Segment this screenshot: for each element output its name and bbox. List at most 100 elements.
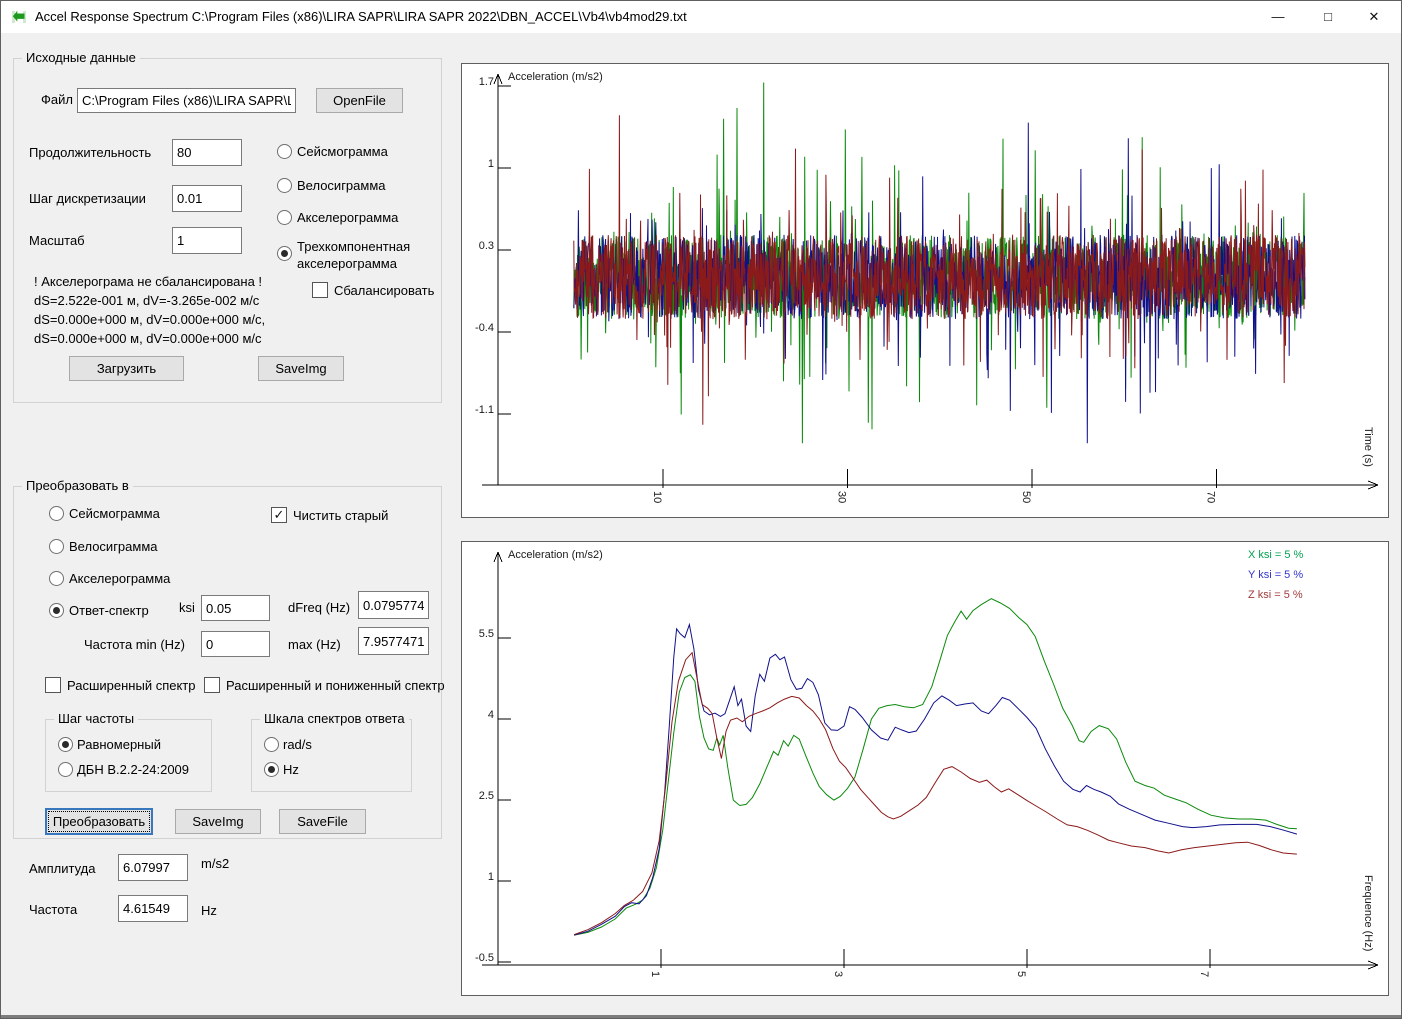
svg-text:-0.4: -0.4 xyxy=(475,322,494,334)
svg-text:1: 1 xyxy=(488,158,494,170)
svg-text:30: 30 xyxy=(836,491,848,503)
response-spectrum-chart: 5.5 4 2.5 1 -0.5 1 3 5 7 Frequence (Hz) Accelerati… xyxy=(461,541,1389,996)
app-icon xyxy=(11,9,27,25)
svg-text:Time (s): Time (s) xyxy=(1362,427,1374,467)
minimize-button[interactable]: — xyxy=(1255,1,1301,32)
svg-text:-0.5: -0.5 xyxy=(475,952,494,964)
svg-text:7: 7 xyxy=(1198,971,1210,977)
extended-lowered-label: Расширенный и пониженный спектр xyxy=(226,678,445,693)
scale-label: Масштаб xyxy=(29,233,85,248)
svg-text:Y ksi = 5 %: Y ksi = 5 % xyxy=(1248,569,1303,581)
open-file-button[interactable]: OpenFile xyxy=(316,88,403,113)
svg-text:Frequence (Hz): Frequence (Hz) xyxy=(1362,875,1374,951)
radio-to-accelerogram[interactable] xyxy=(49,571,64,586)
convert-group-title: Преобразовать в xyxy=(22,478,133,493)
close-button[interactable]: ✕ xyxy=(1351,1,1397,32)
radio-three-component[interactable] xyxy=(277,246,292,261)
dfreq-label: dFreq (Hz) xyxy=(288,600,351,615)
convert-button[interactable]: Преобразовать xyxy=(45,808,153,835)
extended-spectrum-label: Расширенный спектр xyxy=(67,678,196,693)
fmin-input[interactable] xyxy=(201,631,270,657)
maximize-button[interactable]: □ xyxy=(1305,1,1351,32)
radio-uniform[interactable] xyxy=(58,737,73,752)
accelerogram-chart: 1.7 1 0.3 -0.4 -1.1 10 30 50 70 Time (s) Accelerat… xyxy=(461,63,1389,518)
fmin-label: Частота min (Hz) xyxy=(84,637,185,652)
extended-spectrum-checkbox[interactable] xyxy=(45,677,61,693)
savefile-button[interactable]: SaveFile xyxy=(279,809,366,834)
radio-rad-s-label: rad/s xyxy=(283,737,312,752)
radio-uniform-label: Равномерный xyxy=(77,737,161,752)
warning-line: dS=0.000e+000 м, dV=0.000e+000 м/с xyxy=(34,331,262,346)
frequency-input[interactable] xyxy=(118,895,188,922)
file-label: Файл xyxy=(41,92,73,107)
convert-saveimg-button[interactable]: SaveImg xyxy=(175,809,261,834)
svg-text:Z ksi = 5 %: Z ksi = 5 % xyxy=(1248,589,1303,601)
radio-hz-label: Hz xyxy=(283,762,299,777)
radio-to-accelerogram-label: Акселерограмма xyxy=(69,571,171,586)
clear-old-checkbox[interactable]: ✓ xyxy=(271,507,287,523)
svg-text:-1.1: -1.1 xyxy=(475,404,494,416)
scale-input[interactable] xyxy=(172,227,242,254)
svg-text:70: 70 xyxy=(1204,491,1216,503)
radio-to-velosigram[interactable] xyxy=(49,539,64,554)
radio-velosigram[interactable] xyxy=(277,178,292,193)
window-title: Accel Response Spectrum C:\Program Files… xyxy=(35,9,687,24)
radio-dbn-label: ДБН В.2.2-24:2009 xyxy=(77,762,190,777)
radio-seismogram[interactable] xyxy=(277,144,292,159)
extended-lowered-checkbox[interactable] xyxy=(204,677,220,693)
radio-to-seismogram-label: Сейсмограмма xyxy=(69,506,160,521)
dfreq-input[interactable] xyxy=(358,591,429,619)
warning-line: dS=0.000e+000 м, dV=0.000e+000 м/с, xyxy=(34,312,266,327)
svg-text:0.3: 0.3 xyxy=(479,240,494,252)
freq-step-group: Шаг частоты xyxy=(45,711,212,792)
clear-old-checkbox-label: Чистить старый xyxy=(293,508,389,523)
balance-checkbox-label: Сбалансировать xyxy=(334,283,435,298)
radio-rad-s[interactable] xyxy=(264,737,279,752)
warning-line: dS=2.522e-001 м, dV=-3.265e-002 м/с xyxy=(34,293,260,308)
radio-to-seismogram[interactable] xyxy=(49,506,64,521)
radio-velosigram-label: Велосиграмма xyxy=(297,178,386,193)
step-label: Шаг дискретизации xyxy=(29,191,146,206)
svg-text:3: 3 xyxy=(832,971,844,977)
svg-text:5.5: 5.5 xyxy=(479,628,494,640)
spectrum-scale-group-title: Шкала спектров ответа xyxy=(260,711,409,726)
radio-hz[interactable] xyxy=(264,762,279,777)
radio-to-response-spectrum-label: Ответ-спектр xyxy=(69,603,149,618)
step-input[interactable] xyxy=(172,185,242,212)
spectrum-scale-group: Шкала спектров ответа xyxy=(251,711,412,792)
warning-line: ! Акселерограма не сбалансирована ! xyxy=(34,274,263,289)
source-group-title: Исходные данные xyxy=(22,50,140,65)
fmax-input[interactable] xyxy=(358,627,429,655)
radio-three-component-label: Трехкомпонентная акселерограмма xyxy=(297,239,411,271)
radio-accelerogram-label: Акселерограмма xyxy=(297,210,399,225)
source-saveimg-button[interactable]: SaveImg xyxy=(258,356,344,381)
svg-text:Acceleration (m/s2): Acceleration (m/s2) xyxy=(508,549,603,561)
freq-step-group-title: Шаг частоты xyxy=(54,711,139,726)
check-icon: ✓ xyxy=(273,507,285,522)
duration-input[interactable] xyxy=(172,139,242,166)
svg-text:4: 4 xyxy=(488,709,494,721)
svg-text:Acceleration (m/s2): Acceleration (m/s2) xyxy=(508,71,603,83)
radio-to-velosigram-label: Велосиграмма xyxy=(69,539,158,554)
svg-text:5: 5 xyxy=(1015,971,1027,977)
ksi-label: ksi xyxy=(179,600,195,615)
amplitude-input[interactable] xyxy=(118,854,188,881)
file-path-input[interactable] xyxy=(77,88,296,113)
svg-text:50: 50 xyxy=(1020,491,1032,503)
radio-seismogram-label: Сейсмограмма xyxy=(297,144,388,159)
ksi-input[interactable] xyxy=(201,595,270,621)
radio-to-response-spectrum[interactable] xyxy=(49,603,64,618)
balance-checkbox[interactable] xyxy=(312,282,328,298)
fmax-label: max (Hz) xyxy=(288,637,341,652)
svg-text:1: 1 xyxy=(649,971,661,977)
svg-text:2.5: 2.5 xyxy=(479,790,494,802)
radio-dbn[interactable] xyxy=(58,762,73,777)
load-button[interactable]: Загрузить xyxy=(69,356,184,381)
radio-accelerogram[interactable] xyxy=(277,210,292,225)
balance-warning: ! Акселерограма не сбалансирована ! dS=2… xyxy=(34,272,265,348)
app-window: Accel Response Spectrum C:\Program Files… xyxy=(0,0,1402,1019)
svg-text:1.7: 1.7 xyxy=(479,76,494,88)
taskbar-edge xyxy=(1,1015,1401,1018)
svg-text:10: 10 xyxy=(651,491,663,503)
svg-text:X ksi = 5 %: X ksi = 5 % xyxy=(1248,549,1304,561)
